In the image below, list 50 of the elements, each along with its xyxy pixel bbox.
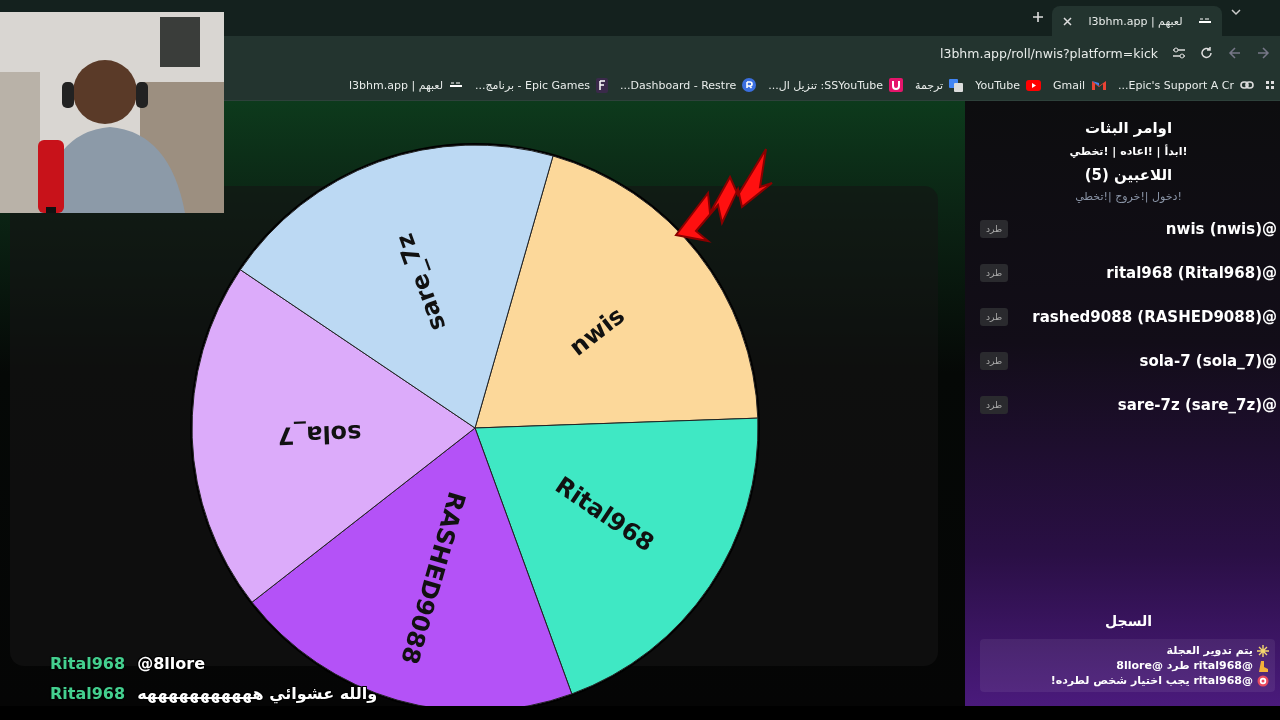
bookmark[interactable]: Epic Games - برنامج...: [475, 77, 609, 93]
apps-grid-icon[interactable]: [1266, 81, 1274, 89]
player-commands-text: !دخول |!خروج |!تخطي: [1074, 190, 1183, 203]
bookmark[interactable]: Dashboard - Restre...: [620, 78, 757, 92]
player-name: @sola-7 (sola_7): [1139, 351, 1277, 370]
bookmark[interactable]: SSYouTube: تنزيل ال...: [768, 78, 903, 92]
bookmark[interactable]: لعبهم | l3bhm.app: [349, 78, 463, 92]
kick-button[interactable]: طرد: [980, 219, 1009, 238]
address-bar-url[interactable]: l3bhm.app/roll/nwis?platform=kick: [939, 45, 1158, 61]
player-name: @sare-7z (sare_7z): [1117, 395, 1277, 414]
kick-button[interactable]: طرد: [980, 395, 1009, 414]
tune-icon[interactable]: [1172, 46, 1186, 60]
play-icon: [1025, 78, 1041, 92]
players-heading: اللاعبين (5): [1083, 166, 1174, 184]
kick-button[interactable]: طرد: [980, 263, 1009, 282]
player-name: @nwis (nwis): [1165, 219, 1277, 238]
player-name: @rashed9088 (RASHED9088): [1032, 307, 1277, 326]
commands-text: !ابدأ | !اعاده | !تخطي: [1068, 145, 1189, 158]
bookmark[interactable]: Epic's Support A Cr...: [1118, 78, 1254, 92]
back-arrow-icon[interactable]: [1228, 46, 1242, 60]
log-heading: السجل: [1104, 613, 1153, 629]
segment-label: sola_7: [277, 419, 362, 450]
log-entry: @rital968 طرد @8llore: [1116, 659, 1253, 672]
chat-message: @8llore: [137, 653, 205, 673]
chat-message: والله عشوائي هههههههههههه: [137, 683, 378, 703]
forward-arrow-icon[interactable]: [1256, 46, 1270, 60]
new-tab-icon[interactable]: [1032, 11, 1044, 23]
mail-icon: [1091, 78, 1106, 92]
f-logo-icon: [596, 77, 609, 93]
u-logo-icon: [889, 78, 903, 92]
sparkle-icon: [1257, 644, 1269, 657]
log-entry: @rital968 يجب اختيار شخص لطرده!: [1050, 674, 1253, 687]
chat-username: Rital968: [50, 683, 126, 703]
target-icon: [1257, 674, 1269, 687]
translate-icon: [949, 78, 964, 92]
log-entry: يتم تدوير العجلة: [1166, 644, 1253, 657]
bookmark[interactable]: ترجمة: [915, 78, 964, 92]
browser-tab[interactable]: لعبهم | l3bhm.app: [1052, 6, 1222, 36]
link-icon: [1240, 78, 1254, 92]
reload-icon[interactable]: [1200, 46, 1214, 60]
chat-username: Rital968: [50, 653, 126, 673]
r-logo-icon: [742, 78, 757, 92]
player-name: @rital968 (Rital968): [1106, 263, 1277, 282]
bookmark[interactable]: YouTube: [975, 78, 1041, 92]
foot-icon: [1257, 659, 1269, 672]
kick-button[interactable]: طرد: [980, 351, 1009, 370]
panel-title: اوامر البثات: [1083, 119, 1174, 137]
close-icon[interactable]: [1062, 15, 1073, 27]
bookmark[interactable]: Gmail: [1052, 78, 1106, 92]
kick-button[interactable]: طرد: [980, 307, 1009, 326]
